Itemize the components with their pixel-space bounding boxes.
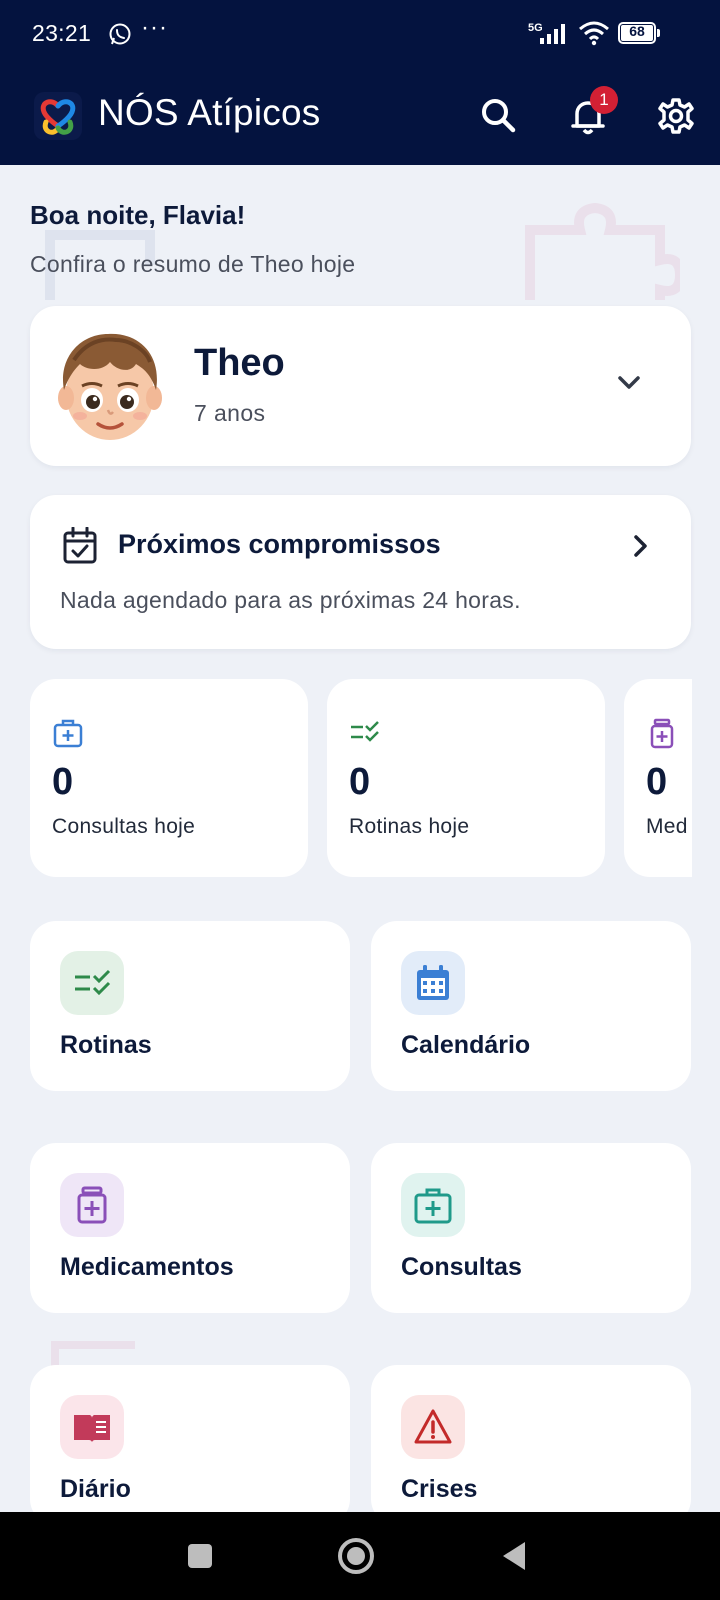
book-icon [74, 1415, 110, 1442]
checklist-icon [351, 721, 379, 742]
svg-text:5G: 5G [528, 22, 543, 34]
stat-card-rotinas[interactable]: 0 Rotinas hoje [327, 679, 605, 877]
medicine-bottle-icon [650, 718, 674, 749]
puzzle-decoration-icon [525, 202, 680, 300]
child-avatar [58, 333, 162, 440]
battery-icon: 68 [618, 22, 660, 44]
tile-calendario[interactable]: Calendário [371, 921, 691, 1091]
stat-card-consultas[interactable]: 0 Consultas hoje [30, 679, 308, 877]
tile-label: Rotinas [60, 1031, 152, 1059]
warning-icon [414, 1409, 452, 1444]
greeting-title: Boa noite, Flavia! [30, 200, 246, 230]
app-logo-icon [34, 92, 82, 140]
tile-icon-box [401, 951, 465, 1015]
status-time: 23:21 [32, 20, 92, 46]
tile-label: Crises [401, 1475, 478, 1503]
system-navigation-bar [0, 1512, 720, 1600]
tile-diario[interactable]: Diário [30, 1365, 350, 1525]
upcoming-appointments-card[interactable]: Próximos compromissos Nada agendado para… [30, 495, 691, 649]
checklist-icon [75, 969, 111, 996]
tile-rotinas[interactable]: Rotinas [30, 921, 350, 1091]
tile-crises[interactable]: Crises [371, 1365, 691, 1525]
tile-consultas[interactable]: Consultas [371, 1143, 691, 1313]
whatsapp-icon [109, 23, 131, 45]
medical-kit-icon [53, 719, 83, 748]
chevron-right-icon[interactable] [628, 533, 654, 559]
stat-label: Consultas hoje [52, 815, 196, 838]
tile-icon-box [401, 1173, 465, 1237]
greeting-subtitle: Confira o resumo de Theo hoje [30, 251, 356, 277]
tile-label: Medicamentos [60, 1253, 234, 1281]
appointments-empty-message: Nada agendado para as próximas 24 horas. [60, 587, 521, 613]
stat-value: 0 [646, 761, 668, 803]
app-title: NÓS Atípicos [98, 92, 321, 133]
back-button[interactable] [500, 1540, 528, 1572]
tile-label: Diário [60, 1475, 131, 1503]
child-selector-card[interactable]: Theo 7 anos [30, 306, 691, 466]
stat-label: Rotinas hoje [349, 815, 470, 838]
cellular-signal-icon: 5G [528, 22, 565, 44]
medical-kit-icon [414, 1188, 452, 1224]
app-bar: NÓS Atípicos 1 [0, 70, 720, 165]
medicine-bottle-icon [77, 1186, 107, 1224]
stat-value: 0 [52, 761, 74, 803]
puzzle-decoration-icon [51, 1341, 135, 1368]
calendar-check-icon [63, 527, 97, 564]
gear-icon[interactable] [654, 94, 698, 138]
notification-badge: 1 [590, 86, 618, 114]
home-button[interactable] [337, 1537, 375, 1575]
appointments-title: Próximos compromissos [118, 529, 441, 559]
tile-label: Calendário [401, 1031, 531, 1059]
child-name: Theo [194, 342, 285, 384]
tile-medicamentos[interactable]: Medicamentos [30, 1143, 350, 1313]
recent-apps-button[interactable] [186, 1542, 214, 1570]
more-notifications-icon: ··· [141, 14, 168, 41]
tile-icon-box [60, 1173, 124, 1237]
stat-card-medicamentos[interactable]: 0 Med [624, 679, 692, 877]
tile-icon-box [401, 1395, 465, 1459]
calendar-icon [417, 965, 449, 1000]
stat-label: Med [646, 815, 688, 838]
wifi-icon [579, 21, 609, 46]
stats-carousel[interactable]: 0 Consultas hoje 0 Rotinas hoje 0 Med [30, 679, 692, 879]
battery-level: 68 [629, 23, 645, 39]
chevron-down-icon[interactable] [612, 366, 646, 400]
tile-label: Consultas [401, 1253, 522, 1281]
status-bar: 23:21 ··· 5G 68 [0, 0, 720, 70]
child-age: 7 anos [194, 400, 266, 426]
tile-icon-box [60, 1395, 124, 1459]
stat-value: 0 [349, 761, 371, 803]
search-icon[interactable] [477, 94, 521, 138]
tile-icon-box [60, 951, 124, 1015]
